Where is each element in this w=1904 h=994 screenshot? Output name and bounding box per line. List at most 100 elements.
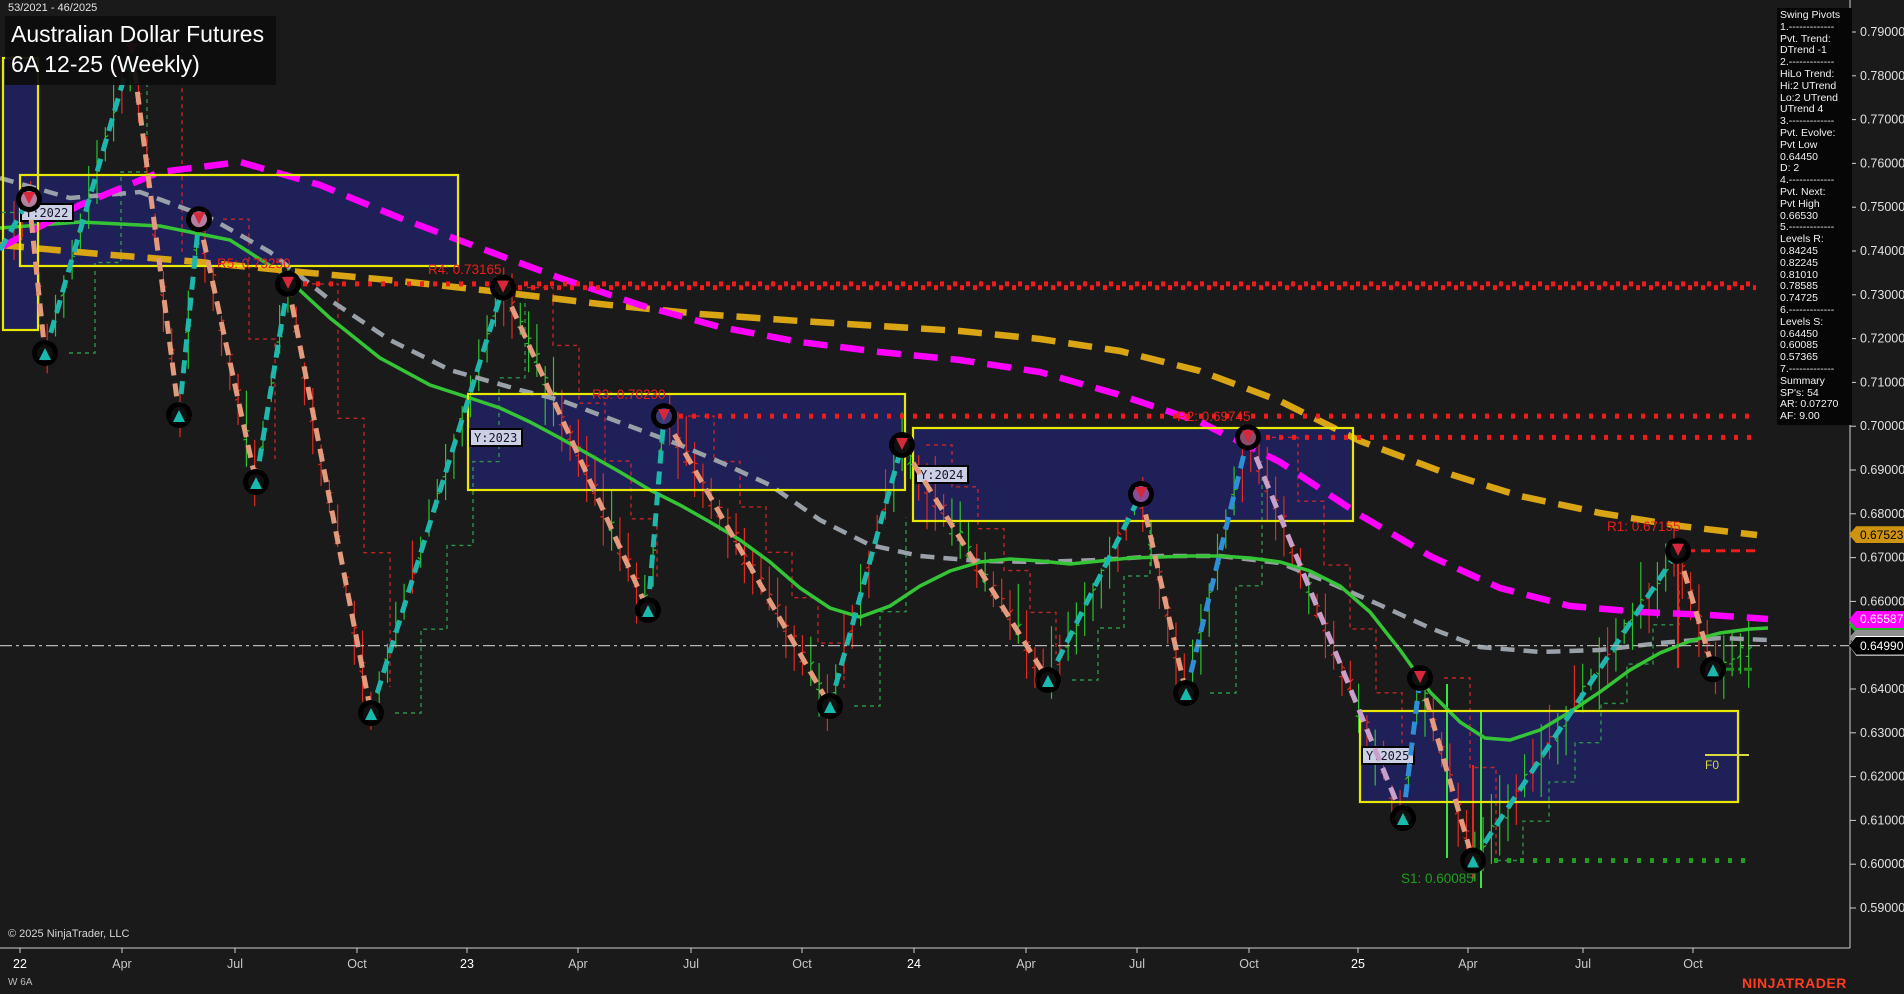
price-bar <box>1172 622 1180 687</box>
price-axis-label: 0.68000 <box>1860 507 1904 521</box>
price-axis-label: 0.69000 <box>1860 463 1904 477</box>
price-bar <box>234 373 242 425</box>
swing-pivot-marker-L3 <box>243 469 269 496</box>
year-box-label: Y:2023 <box>469 428 523 447</box>
level-label-R5: R5: 0.73250 <box>217 256 291 271</box>
time-axis-label: Oct <box>1239 957 1259 971</box>
price-axis-label: 0.63000 <box>1860 726 1904 740</box>
swing-panel-line: Summary <box>1780 374 1825 387</box>
swing-pivot-marker-L1 <box>32 340 58 367</box>
instrument-period-label: W 6A <box>8 977 33 988</box>
hilo-stairs-down <box>312 283 391 688</box>
time-axis-label: Jul <box>1575 957 1591 971</box>
price-bar <box>1637 562 1644 629</box>
swing-pivot-marker-H2 <box>16 186 42 213</box>
chart-window: 53/2021 - 46/2025 Australian Dollar Futu… <box>0 0 1904 994</box>
swing-panel-line: Levels S: <box>1780 315 1824 328</box>
ninjatrader-logo: NINJATRADER <box>1742 975 1847 991</box>
chart-title-contract: 6A 12-25 (Weekly) <box>11 51 200 77</box>
price-axis-label: 0.65000 <box>1860 638 1904 652</box>
swing-pivot-marker-L11 <box>1700 656 1726 683</box>
price-bar <box>782 605 790 659</box>
swing-pivot-marker-L8 <box>1173 679 1199 706</box>
swing-pivot-marker-H8 <box>1128 481 1154 508</box>
price-bar <box>1089 583 1097 622</box>
swing-pivot-marker-H3 <box>186 206 212 233</box>
zigzag-segment <box>1138 493 1189 694</box>
swing-pivot-marker-L6 <box>817 692 843 719</box>
price-bar <box>483 315 491 363</box>
chart-title-panel: Australian Dollar Futures 6A 12-25 (Week… <box>5 16 277 85</box>
time-axis-label: Apr <box>568 957 587 971</box>
swing-pivot-marker-H6 <box>651 403 677 430</box>
price-bar <box>973 543 980 588</box>
price-axis-label: 0.61000 <box>1860 813 1904 827</box>
level-label-R2: R2: 0.69745 <box>1177 409 1251 424</box>
zigzag-segment <box>1675 550 1716 670</box>
swing-pivot-marker-L5 <box>635 596 661 623</box>
time-axis-label: Apr <box>1016 957 1035 971</box>
swing-pivot-marker-H7 <box>889 431 915 458</box>
svg-text:Y:2025: Y:2025 <box>1366 749 1409 763</box>
swing-panel-line: 0.84245 <box>1780 244 1818 257</box>
swing-panel-line: Pvt Low <box>1780 138 1818 151</box>
hilo-stairs-up <box>395 294 526 714</box>
price-axis-label: 0.78000 <box>1860 69 1904 83</box>
swing-pivot-marker-H11 <box>1407 665 1433 692</box>
time-axis-label: Oct <box>347 957 367 971</box>
swing-panel-line: Hi:2 UTrend <box>1780 79 1837 92</box>
year-box-label: Y:2024 <box>915 465 969 484</box>
price-axis-label: 0.71000 <box>1860 375 1904 389</box>
swing-panel-line: Pvt. Next: <box>1780 185 1826 198</box>
hilo-stairs-up <box>1072 524 1151 681</box>
price-bar <box>1197 603 1205 675</box>
price-bar <box>351 600 358 665</box>
swing-pivot-marker-H10 <box>1665 537 1691 564</box>
plot-area[interactable]: Y:2022Y:2023Y:2024Y:2025 <box>0 37 1769 888</box>
swing-pivot-marker-L4 <box>358 700 384 727</box>
price-bar <box>790 625 798 671</box>
zigzag-segment <box>1470 549 1681 862</box>
swing-pivot-marker-H9 <box>1235 424 1261 451</box>
time-axis-label: Apr <box>112 957 131 971</box>
swing-pivot-marker-L9 <box>1390 804 1416 831</box>
price-axis-label: 0.66000 <box>1860 594 1904 608</box>
copyright-label: © 2025 NinjaTrader, LLC <box>8 928 130 940</box>
price-axis-label: 0.59000 <box>1860 901 1904 915</box>
time-axis-label: Oct <box>792 957 812 971</box>
swing-pivot-marker-H5 <box>490 274 516 301</box>
price-bar <box>1081 582 1088 636</box>
price-axis-label: 0.60000 <box>1860 857 1904 871</box>
price-bar <box>1322 593 1329 659</box>
price-axis-label: 0.75000 <box>1860 200 1904 214</box>
time-axis-label: 24 <box>907 957 921 971</box>
price-axis-label: 0.76000 <box>1860 156 1904 170</box>
price-axis-label: 0.70000 <box>1860 419 1904 433</box>
level-label-R4: R4: 0.73165 <box>428 262 502 277</box>
year-box-label: Y:2025 <box>1361 746 1415 765</box>
price-bar <box>1488 794 1495 864</box>
swing-pivot-marker-L10 <box>1460 847 1486 874</box>
time-axis-label: Apr <box>1458 957 1477 971</box>
price-chart-canvas[interactable]: Y:2022Y:2023Y:2024Y:2025R5: 0.73250 R4: 0… <box>0 0 1904 994</box>
price-bar <box>1073 602 1080 655</box>
f0-label: F0 <box>1705 758 1719 772</box>
swing-pivot-marker-H4 <box>275 270 301 297</box>
date-range-label: 53/2021 - 46/2025 <box>8 2 98 14</box>
price-axis-label: 0.67000 <box>1860 551 1904 565</box>
price-axis-label: 0.74000 <box>1860 244 1904 258</box>
price-axis-label: 0.73000 <box>1860 288 1904 302</box>
time-axis-label: Jul <box>683 957 699 971</box>
swing-panel-line: 6.------------- <box>1780 303 1835 316</box>
swing-panel-line: AF: 9.00 <box>1780 410 1820 423</box>
swing-panel-line: HiLo Trend: <box>1780 67 1835 80</box>
level-label-R1: R1: 0.67155 <box>1607 519 1681 534</box>
price-axis-label: 0.77000 <box>1860 113 1904 127</box>
swing-pivots-panel: Swing Pivots 1.------------- Pvt. Trend: DT… <box>1777 8 1852 425</box>
swing-pivot-marker-L7 <box>1035 667 1061 694</box>
swing-panel-line: Pvt. Evolve: <box>1780 126 1836 139</box>
swing-panel-line: 0.82245 <box>1780 256 1818 269</box>
time-axis-label: Jul <box>1129 957 1145 971</box>
zigzag-segment <box>368 286 506 714</box>
swing-panel-line: 1.------------- <box>1780 20 1835 33</box>
